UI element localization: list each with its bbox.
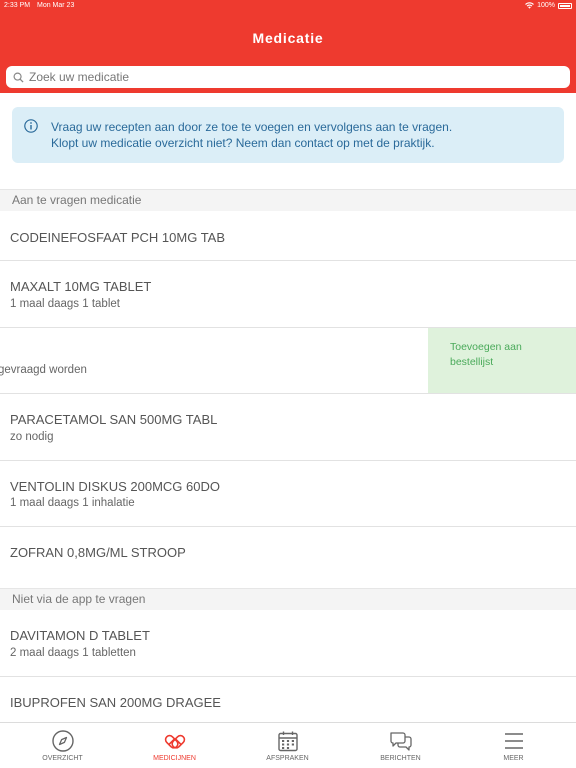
medication-dosage: zo nodig xyxy=(10,431,54,443)
medication-row[interactable]: ZOFRAN 0,8MG/ML STROOP xyxy=(0,527,576,577)
tab-label: MEDICIJNEN xyxy=(153,755,196,762)
search-input[interactable] xyxy=(29,70,529,84)
tab-label: MEER xyxy=(503,755,524,762)
add-to-order-list-button[interactable]: Toevoegen aan bestellijst xyxy=(428,328,576,393)
status-right: 100% xyxy=(525,2,572,9)
status-bar: 2:33 PM Mon Mar 23 100% xyxy=(0,0,576,12)
section-header-requestable: Aan te vragen medicatie xyxy=(0,189,576,211)
battery-icon xyxy=(558,2,572,9)
tab-medicijnen[interactable]: MEDICIJNEN xyxy=(117,723,232,768)
chat-bubbles-icon xyxy=(390,732,412,751)
medication-dosage: 1 maal daags 1 inhalatie xyxy=(10,497,135,509)
medication-row[interactable]: VENTOLIN DISKUS 200MCG 60DO 1 maal daags… xyxy=(0,461,576,527)
info-text: Vraag uw recepten aan door ze toe te voe… xyxy=(51,119,452,151)
info-icon xyxy=(24,119,38,133)
tab-afspraken[interactable]: AFSPRAKEN xyxy=(230,723,345,768)
tab-berichten[interactable]: BERICHTEN xyxy=(343,723,458,768)
search-bar[interactable] xyxy=(6,66,570,88)
medication-row[interactable]: DAVITAMON D TABLET 2 maal daags 1 tablet… xyxy=(0,610,576,677)
app-header: 2:33 PM Mon Mar 23 100% Medicatie xyxy=(0,0,576,93)
search-icon xyxy=(13,72,24,83)
battery-percent: 100% xyxy=(537,2,555,9)
medication-name: MAXALT 10MG TABLET xyxy=(10,279,152,294)
medication-row[interactable]: IBUPROFEN SAN 200MG DRAGEE xyxy=(0,677,576,722)
status-time: 2:33 PM xyxy=(4,2,31,9)
wifi-icon xyxy=(525,2,534,9)
medication-row[interactable]: PARACETAMOL SAN 500MG TABL zo nodig xyxy=(0,394,576,461)
tab-bar: OVERZICHT MEDICIJNEN AFSPRAKEN BERICHTEN… xyxy=(0,722,576,768)
medication-name: IBUPROFEN SAN 200MG DRAGEE xyxy=(10,695,221,710)
medication-dosage: 1 maal daags 1 tablet xyxy=(10,298,120,310)
page-title: Medicatie xyxy=(252,30,324,46)
add-to-order-list-label: Toevoegen aan bestellijst xyxy=(450,341,522,368)
section-header-not-requestable: Niet via de app te vragen xyxy=(0,588,576,610)
medication-dosage: gevraagd worden xyxy=(0,364,87,376)
medication-row[interactable]: MAXALT 10MG TABLET 1 maal daags 1 tablet xyxy=(0,261,576,328)
medication-row-swiped[interactable]: gevraagd worden Toevoegen aan bestellijs… xyxy=(0,328,576,394)
tab-label: AFSPRAKEN xyxy=(266,755,309,762)
tab-overzicht[interactable]: OVERZICHT xyxy=(5,723,120,768)
menu-icon xyxy=(505,733,523,749)
medication-row[interactable]: CODEINEFOSFAAT PCH 10MG TAB xyxy=(0,211,576,261)
info-line-2: Klopt uw medicatie overzicht niet? Neem … xyxy=(51,136,435,150)
medication-name: PARACETAMOL SAN 500MG TABL xyxy=(10,412,218,427)
calendar-icon xyxy=(278,731,298,752)
medication-name: VENTOLIN DISKUS 200MCG 60DO xyxy=(10,479,220,494)
tab-meer[interactable]: MEER xyxy=(456,723,571,768)
status-date: Mon Mar 23 xyxy=(37,2,75,9)
compass-icon xyxy=(52,730,74,752)
medication-name: CODEINEFOSFAAT PCH 10MG TAB xyxy=(10,230,226,245)
info-line-1: Vraag uw recepten aan door ze toe te voe… xyxy=(51,120,453,134)
info-banner: Vraag uw recepten aan door ze toe te voe… xyxy=(12,107,564,163)
tab-label: BERICHTEN xyxy=(380,755,421,762)
medication-name: ZOFRAN 0,8MG/ML STROOP xyxy=(10,545,186,560)
medication-name: DAVITAMON D TABLET xyxy=(10,628,150,643)
tab-label: OVERZICHT xyxy=(42,755,83,762)
pills-icon xyxy=(164,734,186,749)
medication-dosage: 2 maal daags 1 tabletten xyxy=(10,647,136,659)
